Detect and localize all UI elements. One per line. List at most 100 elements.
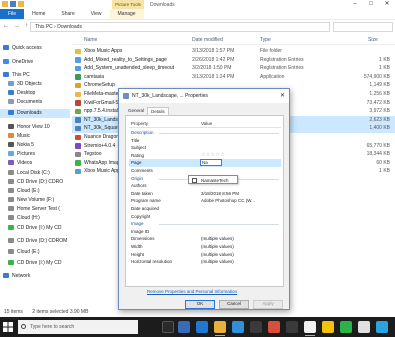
suggestion-checkbox[interactable]: [192, 178, 197, 183]
column-type-header[interactable]: Type: [260, 37, 271, 43]
file-icon: [75, 125, 81, 132]
back-icon[interactable]: ←: [3, 23, 9, 29]
property-value[interactable]: (multiple values): [201, 244, 279, 249]
nav-item-icon: [8, 260, 14, 266]
tab-share[interactable]: Share: [53, 9, 82, 19]
app-icon[interactable]: [250, 321, 262, 333]
app-icon[interactable]: [286, 321, 298, 333]
mail-icon[interactable]: [178, 321, 190, 333]
property-row[interactable]: Page Na: [129, 159, 281, 167]
nav-item[interactable]: Pictures: [0, 150, 35, 159]
document-icon[interactable]: [304, 321, 316, 336]
nav-item[interactable]: New Volume (F:): [0, 196, 54, 205]
address-field[interactable]: This PC › Downloads: [30, 22, 330, 32]
nav-item[interactable]: Documents: [0, 98, 42, 107]
search-input[interactable]: [333, 22, 393, 32]
property-row[interactable]: Date acquired: [129, 205, 281, 212]
nav-item[interactable]: Honor View 10: [0, 123, 50, 132]
file-row[interactable]: Add_System_unattended_sleep_timeout 3/2/2…: [72, 64, 395, 73]
suggestion-label[interactable]: NamasteTech: [201, 178, 229, 183]
camtasia-icon[interactable]: [268, 321, 280, 333]
tab-view[interactable]: View: [83, 9, 110, 19]
autocomplete-popup[interactable]: NamasteTech: [188, 175, 238, 184]
forward-icon[interactable]: →: [14, 23, 20, 29]
property-value[interactable]: (multiple values): [201, 259, 279, 264]
property-row[interactable]: Rating ☆☆☆☆☆: [129, 152, 281, 159]
nav-item[interactable]: Cloud (E:): [0, 248, 40, 257]
cancel-button[interactable]: Cancel: [219, 300, 249, 309]
property-row[interactable]: Title: [129, 137, 281, 144]
telegram-icon[interactable]: [376, 321, 388, 333]
property-row[interactable]: Image ID: [129, 228, 281, 235]
column-size-header[interactable]: Size: [368, 37, 378, 43]
property-row[interactable]: Dimensions (multiple values): [129, 235, 281, 242]
file-name: camtasia: [84, 73, 105, 80]
minimize-icon[interactable]: –: [347, 0, 363, 9]
nav-item[interactable]: Quick access: [0, 44, 42, 53]
property-value[interactable]: (multiple values): [201, 252, 279, 257]
save-icon[interactable]: [10, 1, 16, 7]
property-row[interactable]: Subject: [129, 144, 281, 151]
page-value-input[interactable]: Na: [200, 159, 222, 167]
nav-item[interactable]: Network: [0, 272, 30, 281]
property-value[interactable]: (multiple values): [201, 236, 279, 241]
nav-item[interactable]: CD Drive (I:) My CD: [0, 259, 61, 268]
nav-item[interactable]: Cloud (E:): [0, 187, 40, 196]
app-icon[interactable]: [340, 321, 352, 333]
property-row[interactable]: Horizontal resolution (multiple values): [129, 258, 281, 265]
property-row[interactable]: Height (multiple values): [129, 251, 281, 258]
property-value[interactable]: 3/18/2018 8:56 PM: [201, 191, 279, 196]
property-column-header[interactable]: Property: [131, 121, 148, 126]
property-name: Origin: [131, 175, 144, 181]
nav-item[interactable]: Cloud (H:): [0, 214, 40, 223]
maximize-icon[interactable]: □: [363, 0, 379, 9]
ok-button[interactable]: OK: [185, 300, 215, 309]
file-row[interactable]: Xbox Music Apps 3/13/2018 1:57 PM File fol…: [72, 47, 395, 56]
remove-properties-link[interactable]: Remove Properties and Personal Informati…: [147, 289, 237, 294]
nav-item[interactable]: Downloads: [0, 109, 70, 118]
nav-item[interactable]: 3D Objects: [0, 80, 42, 89]
file-explorer-icon[interactable]: [214, 321, 226, 336]
file-row[interactable]: Add_Mixed_reality_to_Settings_page 2/26/2…: [72, 56, 395, 65]
nav-item[interactable]: Nokia 5: [0, 141, 34, 150]
up-icon[interactable]: ↑: [25, 23, 28, 29]
nav-item[interactable]: Videos: [0, 159, 32, 168]
file-row[interactable]: camtasia 3/13/2018 1:24 PM Application 574,…: [72, 73, 395, 82]
nav-item[interactable]: Desktop: [0, 89, 35, 98]
file-icon: [75, 134, 81, 140]
column-date-header[interactable]: Date modified: [192, 37, 223, 43]
value-column-header[interactable]: Value: [201, 121, 212, 126]
task-view-icon[interactable]: [162, 321, 174, 333]
nav-item[interactable]: CD Drive (D:) CDRO: [0, 178, 63, 187]
edge-icon[interactable]: [196, 321, 208, 333]
nav-item[interactable]: OneDrive: [0, 58, 33, 67]
dialog-close-icon[interactable]: ✕: [280, 92, 285, 99]
tab-details[interactable]: Details: [147, 107, 169, 115]
app-icon[interactable]: [358, 321, 370, 333]
store-icon[interactable]: [232, 321, 244, 333]
tab-manage[interactable]: Manage: [109, 9, 144, 19]
column-name-header[interactable]: Name: [84, 37, 97, 43]
close-icon[interactable]: ✕: [379, 0, 395, 9]
chrome-icon[interactable]: [322, 321, 334, 333]
tab-home[interactable]: Home: [24, 9, 53, 19]
property-row[interactable]: Comments: [129, 167, 281, 174]
property-row[interactable]: Width (multiple values): [129, 243, 281, 250]
apply-button[interactable]: Apply: [253, 300, 283, 309]
nav-item[interactable]: CD Drive (D:) CDROM: [0, 237, 67, 246]
property-row[interactable]: Date taken 3/18/2018 8:56 PM: [129, 190, 281, 197]
rating-stars-icon[interactable]: ☆☆☆☆☆: [201, 152, 225, 158]
nav-item[interactable]: Home Server Test (: [0, 205, 60, 214]
nav-item[interactable]: Local Disk (C:): [0, 169, 50, 178]
nav-item[interactable]: This PC: [0, 71, 30, 80]
nav-item[interactable]: CD Drive (I:) My CD: [0, 224, 61, 233]
windows-start-icon[interactable]: [3, 322, 13, 332]
tab-general[interactable]: General: [125, 107, 147, 115]
nav-item[interactable]: Music: [0, 132, 30, 141]
new-folder-icon[interactable]: [18, 1, 24, 7]
property-row[interactable]: Copyright: [129, 213, 281, 220]
taskbar-search-box[interactable]: Type here to search: [18, 320, 138, 334]
property-value[interactable]: Adobe Photoshop CC (W...: [201, 198, 279, 203]
tab-file[interactable]: File: [0, 9, 25, 19]
property-row[interactable]: Program name Adobe Photoshop CC (W...: [129, 197, 281, 204]
